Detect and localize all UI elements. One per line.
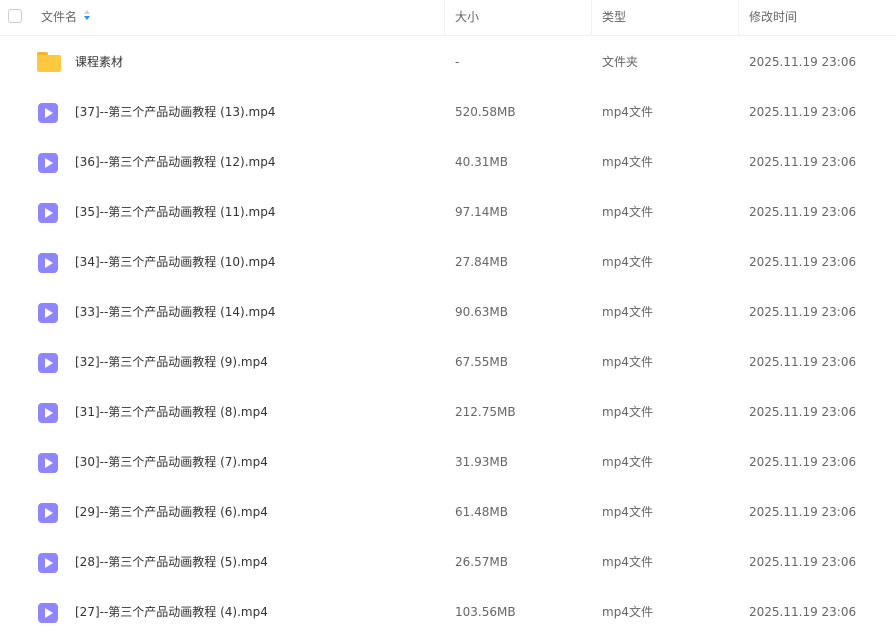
video-icon [38, 503, 58, 523]
file-row[interactable]: [32]--第三个产品动画教程 (9).mp4 67.55MB mp4文件 2025.… [0, 337, 896, 387]
file-type: mp4文件 [602, 405, 653, 419]
file-modified-time: 2025.11.19 23:06 [749, 355, 857, 369]
file-name[interactable]: [35]--第三个产品动画教程 (11).mp4 [75, 187, 276, 237]
video-icon [38, 453, 58, 473]
file-row[interactable]: [30]--第三个产品动画教程 (7).mp4 31.93MB mp4文件 2025.… [0, 437, 896, 487]
column-header-type-label: 类型 [602, 10, 627, 24]
file-name[interactable]: [29]--第三个产品动画教程 (6).mp4 [75, 487, 268, 537]
file-size: 31.93MB [455, 455, 508, 469]
file-name[interactable]: [36]--第三个产品动画教程 (12).mp4 [75, 137, 276, 187]
file-type: mp4文件 [602, 605, 653, 619]
file-modified-time: 2025.11.19 23:06 [749, 155, 857, 169]
file-type: mp4文件 [602, 355, 653, 369]
file-type: mp4文件 [602, 455, 653, 469]
video-icon [38, 253, 58, 273]
file-type: mp4文件 [602, 255, 653, 269]
file-name[interactable]: [37]--第三个产品动画教程 (13).mp4 [75, 87, 276, 137]
video-icon [38, 603, 58, 623]
video-icon [38, 553, 58, 573]
file-modified-time: 2025.11.19 23:06 [749, 105, 857, 119]
file-row[interactable]: [33]--第三个产品动画教程 (14).mp4 90.63MB mp4文件 2025… [0, 287, 896, 337]
file-row[interactable]: [29]--第三个产品动画教程 (6).mp4 61.48MB mp4文件 2025.… [0, 487, 896, 537]
video-icon [38, 353, 58, 373]
folder-icon [37, 52, 61, 72]
file-modified-time: 2025.11.19 23:06 [749, 405, 857, 419]
file-row[interactable]: [37]--第三个产品动画教程 (13).mp4 520.58MB mp4文件 202… [0, 87, 896, 137]
video-icon [38, 203, 58, 223]
file-size: 26.57MB [455, 555, 508, 569]
file-size: 40.31MB [455, 155, 508, 169]
file-size: 90.63MB [455, 305, 508, 319]
column-header-size[interactable]: 大小 [455, 0, 479, 36]
file-modified-time: 2025.11.19 23:06 [749, 205, 857, 219]
file-size: 97.14MB [455, 205, 508, 219]
column-header-type[interactable]: 类型 [602, 0, 626, 36]
file-size: 27.84MB [455, 255, 508, 269]
file-row[interactable]: [36]--第三个产品动画教程 (12).mp4 40.31MB mp4文件 2025… [0, 137, 896, 187]
file-modified-time: 2025.11.19 23:06 [749, 55, 857, 69]
file-type: mp4文件 [602, 155, 653, 169]
file-type: mp4文件 [602, 505, 653, 519]
column-header-size-label: 大小 [455, 10, 480, 24]
column-divider[interactable] [738, 0, 739, 36]
file-type: mp4文件 [602, 305, 653, 319]
file-row[interactable]: [27]--第三个产品动画教程 (4).mp4 103.56MB mp4文件 2025… [0, 587, 896, 637]
file-modified-time: 2025.11.19 23:06 [749, 505, 857, 519]
column-divider[interactable] [444, 0, 445, 36]
video-icon [38, 403, 58, 423]
file-row[interactable]: [34]--第三个产品动画教程 (10).mp4 27.84MB mp4文件 2025… [0, 237, 896, 287]
file-type: 文件夹 [602, 55, 639, 69]
file-size: 61.48MB [455, 505, 508, 519]
video-icon [38, 303, 58, 323]
file-name[interactable]: [27]--第三个产品动画教程 (4).mp4 [75, 587, 268, 637]
file-modified-time: 2025.11.19 23:06 [749, 555, 857, 569]
file-name[interactable]: [28]--第三个产品动画教程 (5).mp4 [75, 537, 268, 587]
file-name[interactable]: [33]--第三个产品动画教程 (14).mp4 [75, 287, 276, 337]
sort-icon[interactable] [84, 10, 92, 22]
file-list-header: 文件名 大小 类型 修改时间 [0, 0, 896, 36]
file-size: 520.58MB [455, 105, 516, 119]
file-size: 103.56MB [455, 605, 516, 619]
video-icon [38, 153, 58, 173]
file-name[interactable]: [32]--第三个产品动画教程 (9).mp4 [75, 337, 268, 387]
file-row[interactable]: [31]--第三个产品动画教程 (8).mp4 212.75MB mp4文件 2025… [0, 387, 896, 437]
column-header-name-label: 文件名 [41, 10, 78, 24]
file-modified-time: 2025.11.19 23:06 [749, 255, 857, 269]
file-type: mp4文件 [602, 555, 653, 569]
file-type: mp4文件 [602, 205, 653, 219]
select-all-checkbox[interactable] [8, 9, 22, 23]
file-type: mp4文件 [602, 105, 653, 119]
column-header-time-label: 修改时间 [749, 10, 798, 24]
file-modified-time: 2025.11.19 23:06 [749, 605, 857, 619]
column-header-time[interactable]: 修改时间 [749, 0, 797, 36]
file-row[interactable]: [28]--第三个产品动画教程 (5).mp4 26.57MB mp4文件 2025.… [0, 537, 896, 587]
column-divider[interactable] [591, 0, 592, 36]
file-name[interactable]: 课程素材 [75, 37, 123, 87]
file-row[interactable]: 课程素材 - 文件夹 2025.11.19 23:06 [0, 37, 896, 87]
file-size: 67.55MB [455, 355, 508, 369]
file-list: 课程素材 - 文件夹 2025.11.19 23:06 [37]--第三个产品动画教程 … [0, 37, 896, 637]
file-name[interactable]: [31]--第三个产品动画教程 (8).mp4 [75, 387, 268, 437]
video-icon [38, 103, 58, 123]
file-modified-time: 2025.11.19 23:06 [749, 455, 857, 469]
file-name[interactable]: [34]--第三个产品动画教程 (10).mp4 [75, 237, 276, 287]
file-size: 212.75MB [455, 405, 516, 419]
file-modified-time: 2025.11.19 23:06 [749, 305, 857, 319]
column-header-name[interactable]: 文件名 [41, 0, 92, 36]
file-row[interactable]: [35]--第三个产品动画教程 (11).mp4 97.14MB mp4文件 2025… [0, 187, 896, 237]
file-name[interactable]: [30]--第三个产品动画教程 (7).mp4 [75, 437, 268, 487]
file-size: - [455, 55, 460, 69]
